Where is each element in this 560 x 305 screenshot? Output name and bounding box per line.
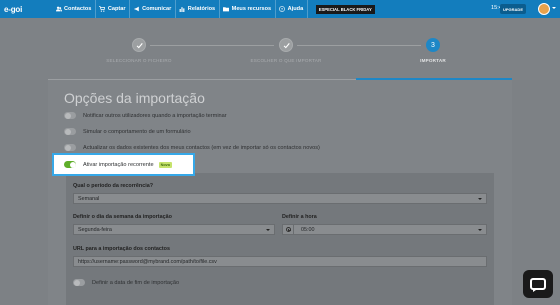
chat-widget-button[interactable] bbox=[523, 270, 553, 298]
nav-item-captar[interactable]: Captar bbox=[96, 0, 131, 18]
weekday-select[interactable]: Segunda-feira bbox=[73, 224, 275, 235]
nav-item-contactos[interactable]: Contactos bbox=[52, 0, 96, 18]
step-3-number: 3 bbox=[426, 38, 440, 52]
step-2-check-icon bbox=[279, 38, 293, 52]
option-label: Simular o comportamento de um formulário bbox=[83, 128, 191, 135]
page-title: Opções da importação bbox=[64, 90, 205, 106]
logo[interactable]: e-goi bbox=[4, 5, 52, 14]
nav-item-meus-recursos[interactable]: Meus recursos bbox=[220, 0, 276, 18]
period-select[interactable]: Semanal bbox=[73, 193, 487, 204]
url-value: https://username:password@mybrand.com/pa… bbox=[78, 258, 217, 265]
top-navbar: e-goi Contactos Captar Comunicar Relatór… bbox=[0, 0, 560, 18]
hour-label: Definir a hora bbox=[282, 214, 317, 220]
recurring-settings-panel: Qual o período da recorrência? Semanal D… bbox=[66, 173, 494, 305]
toggle-switch[interactable] bbox=[64, 128, 76, 135]
step-connector bbox=[297, 45, 421, 46]
nav-label: Comunicar bbox=[142, 6, 172, 12]
hour-value: 05:00 bbox=[301, 226, 315, 233]
url-label: URL para a importação dos contactos bbox=[73, 246, 170, 252]
upgrade-button[interactable]: UPGRADE bbox=[499, 4, 526, 14]
option-label: Actualizar os dados existentes dos meus … bbox=[83, 144, 320, 151]
nav-item-comunicar[interactable]: Comunicar bbox=[130, 0, 176, 18]
megaphone-icon bbox=[134, 6, 139, 12]
nav-label: Meus recursos bbox=[231, 6, 272, 12]
weekday-value: Segunda-feira bbox=[78, 226, 112, 233]
bar-chart-icon bbox=[179, 7, 185, 12]
chevron-down-icon[interactable] bbox=[552, 7, 556, 9]
option-label: Notificar outros utilizadores quando a i… bbox=[83, 112, 227, 119]
nav-label: Ajuda bbox=[287, 6, 304, 12]
avatar[interactable] bbox=[538, 3, 550, 15]
users-icon bbox=[55, 6, 62, 12]
toggle-switch[interactable] bbox=[64, 144, 76, 151]
step-label-3: IMPORTAR bbox=[420, 58, 446, 63]
promo-badge[interactable]: ESPECIAL BLACK FRIDAY bbox=[315, 4, 375, 14]
step-1-check-icon bbox=[132, 38, 146, 52]
step-label-1: SELECCIONAR O FICHEIRO bbox=[106, 58, 172, 63]
folder-icon bbox=[223, 7, 230, 12]
option-recurring-import[interactable]: Ativar importação recorrente Novo bbox=[64, 161, 173, 168]
option-label: Ativar importação recorrente bbox=[83, 161, 154, 168]
nav-label: Captar bbox=[107, 6, 126, 12]
chevron-down-icon bbox=[478, 198, 482, 200]
toggle-switch[interactable] bbox=[73, 279, 85, 286]
toggle-switch[interactable] bbox=[64, 112, 76, 119]
hour-select[interactable]: 05:00 bbox=[282, 224, 487, 235]
recurring-highlight: Ativar importação recorrente Novo bbox=[52, 153, 195, 176]
step-connector bbox=[150, 45, 274, 46]
nav-label: Relatórios bbox=[187, 6, 216, 12]
chevron-down-icon bbox=[266, 229, 270, 231]
svg-text:?: ? bbox=[281, 7, 283, 11]
option-update-existing[interactable]: Actualizar os dados existentes dos meus … bbox=[64, 144, 320, 151]
chat-icon bbox=[530, 278, 546, 292]
new-badge: Novo bbox=[158, 161, 173, 168]
import-steps: 3 SELECCIONAR O FICHEIRO ESCOLHER O QUE … bbox=[0, 18, 560, 80]
option-end-date[interactable]: Definir a data de fim de importação bbox=[73, 279, 179, 286]
nav-item-ajuda[interactable]: ? Ajuda bbox=[276, 0, 308, 18]
option-label: Definir a data de fim de importação bbox=[92, 279, 180, 286]
url-input[interactable]: https://username:password@mybrand.com/pa… bbox=[73, 256, 487, 267]
nav-item-relatorios[interactable]: Relatórios bbox=[176, 0, 220, 18]
weekday-label: Definir o dia da semana da importação bbox=[73, 214, 172, 220]
import-options-card: Opções da importação Notificar outros ut… bbox=[48, 80, 512, 305]
toggle-switch[interactable] bbox=[64, 161, 76, 168]
option-simulate-form[interactable]: Simular o comportamento de um formulário bbox=[64, 128, 191, 135]
chevron-down-icon bbox=[478, 229, 482, 231]
step-label-2: ESCOLHER O QUE IMPORTAR bbox=[250, 58, 322, 63]
nav-label: Contactos bbox=[64, 6, 92, 12]
clock-icon bbox=[283, 225, 294, 234]
period-label: Qual o período da recorrência? bbox=[73, 183, 153, 189]
help-icon: ? bbox=[279, 6, 286, 12]
option-notify[interactable]: Notificar outros utilizadores quando a i… bbox=[64, 112, 227, 119]
period-value: Semanal bbox=[78, 195, 100, 202]
cart-icon bbox=[99, 6, 106, 12]
